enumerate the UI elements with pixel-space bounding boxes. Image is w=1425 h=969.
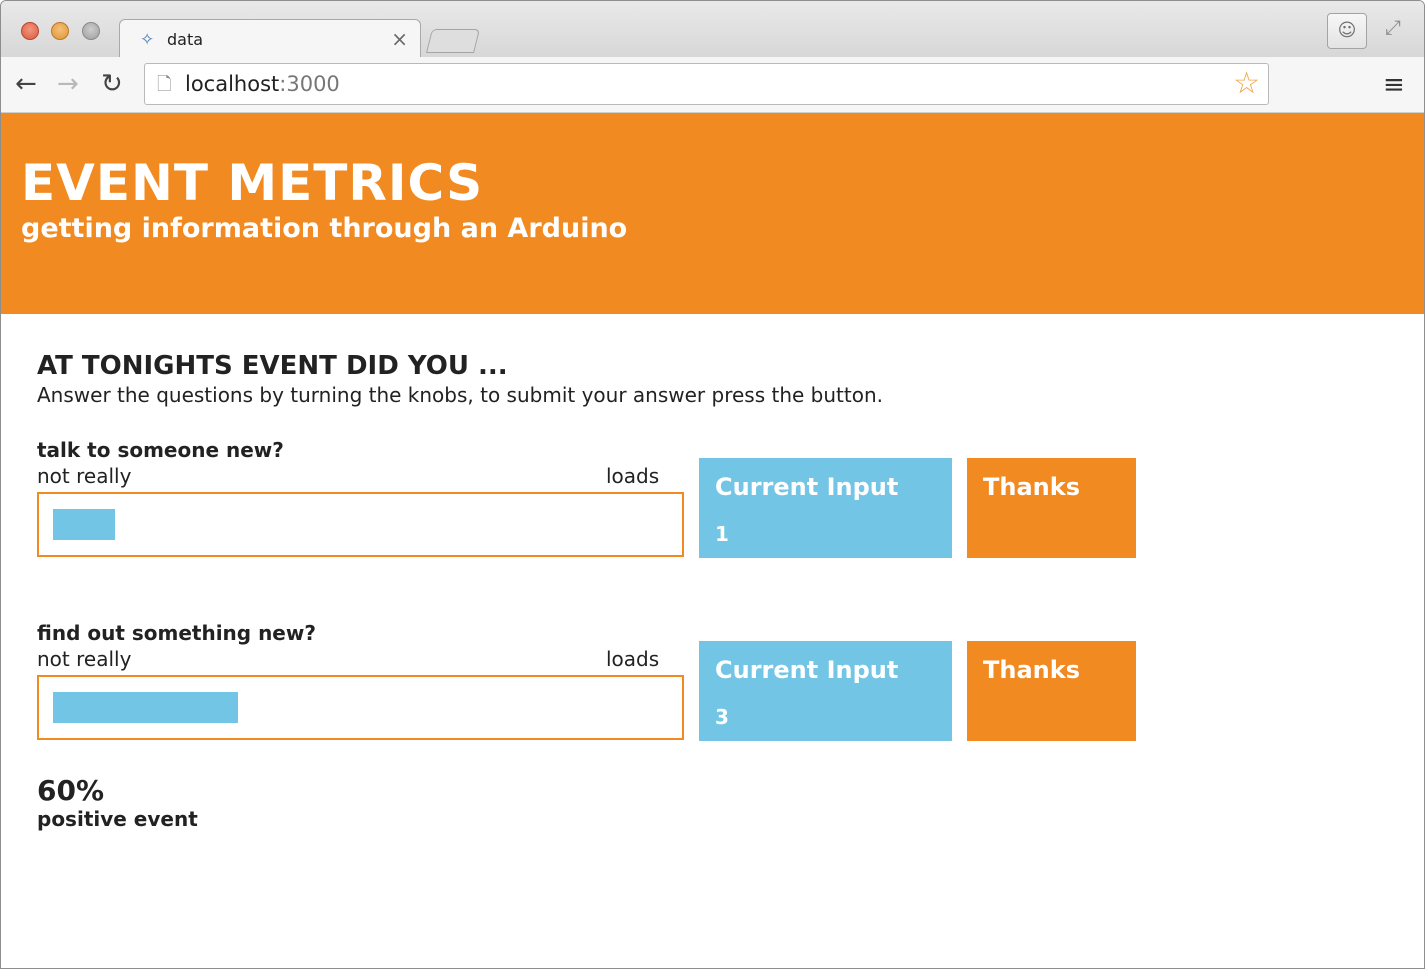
answer-meter <box>37 492 684 557</box>
zoom-window-button[interactable] <box>82 22 100 40</box>
hamburger-menu-icon[interactable]: ≡ <box>1383 69 1405 101</box>
arrow-left-icon[interactable]: ← <box>15 67 37 101</box>
new-tab-button[interactable] <box>426 29 480 53</box>
question-label: find out something new? <box>37 621 316 645</box>
browser-window: ✧ data × ☺ ⤢ ← → ↻ 🗋 localhost:3000 ☆ ≡ … <box>0 0 1425 969</box>
current-input-card: Current Input 1 <box>699 458 952 558</box>
code-diamond-icon: ✧ <box>140 30 155 50</box>
title-bar: ✧ data × ☺ ⤢ <box>1 1 1424 59</box>
survey-heading: AT TONIGHTS EVENT DID YOU ... <box>37 351 508 381</box>
current-input-value: 1 <box>715 522 729 546</box>
reload-icon[interactable]: ↻ <box>101 67 123 101</box>
thanks-label: Thanks <box>983 473 1080 501</box>
close-window-button[interactable] <box>21 22 39 40</box>
result-percentage: 60% <box>37 774 105 807</box>
current-input-value: 3 <box>715 705 729 729</box>
browser-toolbar: ← → ↻ 🗋 localhost:3000 ☆ ≡ <box>1 57 1424 113</box>
profile-button[interactable]: ☺ <box>1327 13 1367 49</box>
thanks-label: Thanks <box>983 656 1080 684</box>
url-port: :3000 <box>279 72 340 96</box>
tab-close-icon[interactable]: × <box>391 27 408 51</box>
page-content: EVENT METRICS getting information throug… <box>1 113 1424 968</box>
scale-min-label: not really <box>37 464 132 488</box>
scale-max-label: loads <box>606 647 660 671</box>
current-input-card: Current Input 3 <box>699 641 952 741</box>
current-input-title: Current Input <box>715 656 899 684</box>
minimize-window-button[interactable] <box>51 22 69 40</box>
question-label: talk to someone new? <box>37 438 284 462</box>
browser-tab[interactable]: ✧ data × <box>119 19 421 59</box>
question-talk-to-someone: talk to someone new? not really loads Cu… <box>37 438 1137 578</box>
url-text[interactable]: localhost:3000 <box>185 72 340 96</box>
scale-min-label: not really <box>37 647 132 671</box>
header-banner: EVENT METRICS getting information throug… <box>1 113 1424 314</box>
thanks-card: Thanks <box>967 458 1136 558</box>
address-bar[interactable]: 🗋 localhost:3000 ☆ <box>144 63 1269 105</box>
page-icon: 🗋 <box>157 74 172 95</box>
thanks-card: Thanks <box>967 641 1136 741</box>
survey-instructions: Answer the questions by turning the knob… <box>37 383 883 407</box>
page-title: EVENT METRICS <box>21 154 484 212</box>
arrow-right-icon[interactable]: → <box>57 67 79 101</box>
star-icon[interactable]: ☆ <box>1233 66 1260 101</box>
answer-meter-fill <box>53 509 115 540</box>
tab-title: data <box>167 30 204 49</box>
question-find-out-something: find out something new? not really loads… <box>37 621 1137 761</box>
answer-meter <box>37 675 684 740</box>
page-subtitle: getting information through an Arduino <box>21 213 628 244</box>
current-input-title: Current Input <box>715 473 899 501</box>
user-icon: ☺ <box>1337 20 1357 41</box>
url-host: localhost <box>185 72 280 96</box>
expand-icon[interactable]: ⤢ <box>1385 15 1401 39</box>
answer-meter-fill <box>53 692 238 723</box>
result-label: positive event <box>37 807 198 831</box>
scale-max-label: loads <box>606 464 660 488</box>
